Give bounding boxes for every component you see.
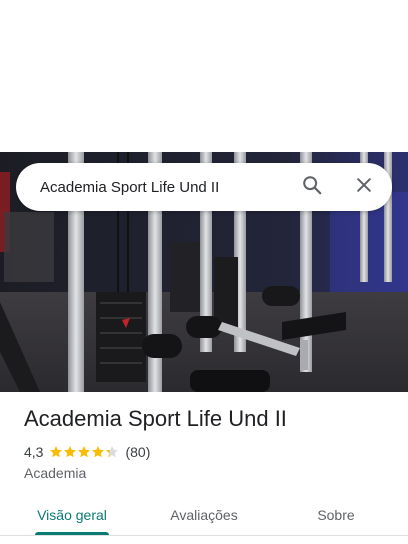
clear-search-button[interactable] <box>344 167 384 207</box>
search-button[interactable] <box>292 167 332 207</box>
tab-about[interactable]: Sobre <box>290 496 382 534</box>
place-category[interactable]: Academia <box>24 465 86 481</box>
close-icon <box>354 175 374 200</box>
search-input[interactable]: Academia Sport Life Und II <box>40 179 292 196</box>
tab-bar: Visão geral Avaliações Sobre <box>0 496 408 536</box>
tab-overview[interactable]: Visão geral <box>22 496 122 534</box>
star-icon <box>50 446 63 458</box>
tab-reviews[interactable]: Avaliações <box>154 496 254 534</box>
star-icon <box>64 446 77 458</box>
star-rating <box>49 445 119 459</box>
active-tab-indicator <box>35 532 109 535</box>
place-title: Academia Sport Life Und II <box>24 406 287 431</box>
star-icon <box>92 446 105 458</box>
search-bar[interactable]: Academia Sport Life Und II <box>16 163 392 211</box>
star-icon <box>106 446 119 458</box>
star-icon <box>78 446 91 458</box>
rating-summary[interactable]: 4,3 (80) <box>24 444 150 460</box>
review-count[interactable]: (80) <box>125 444 150 460</box>
search-icon <box>301 174 323 201</box>
rating-value: 4,3 <box>24 444 44 460</box>
